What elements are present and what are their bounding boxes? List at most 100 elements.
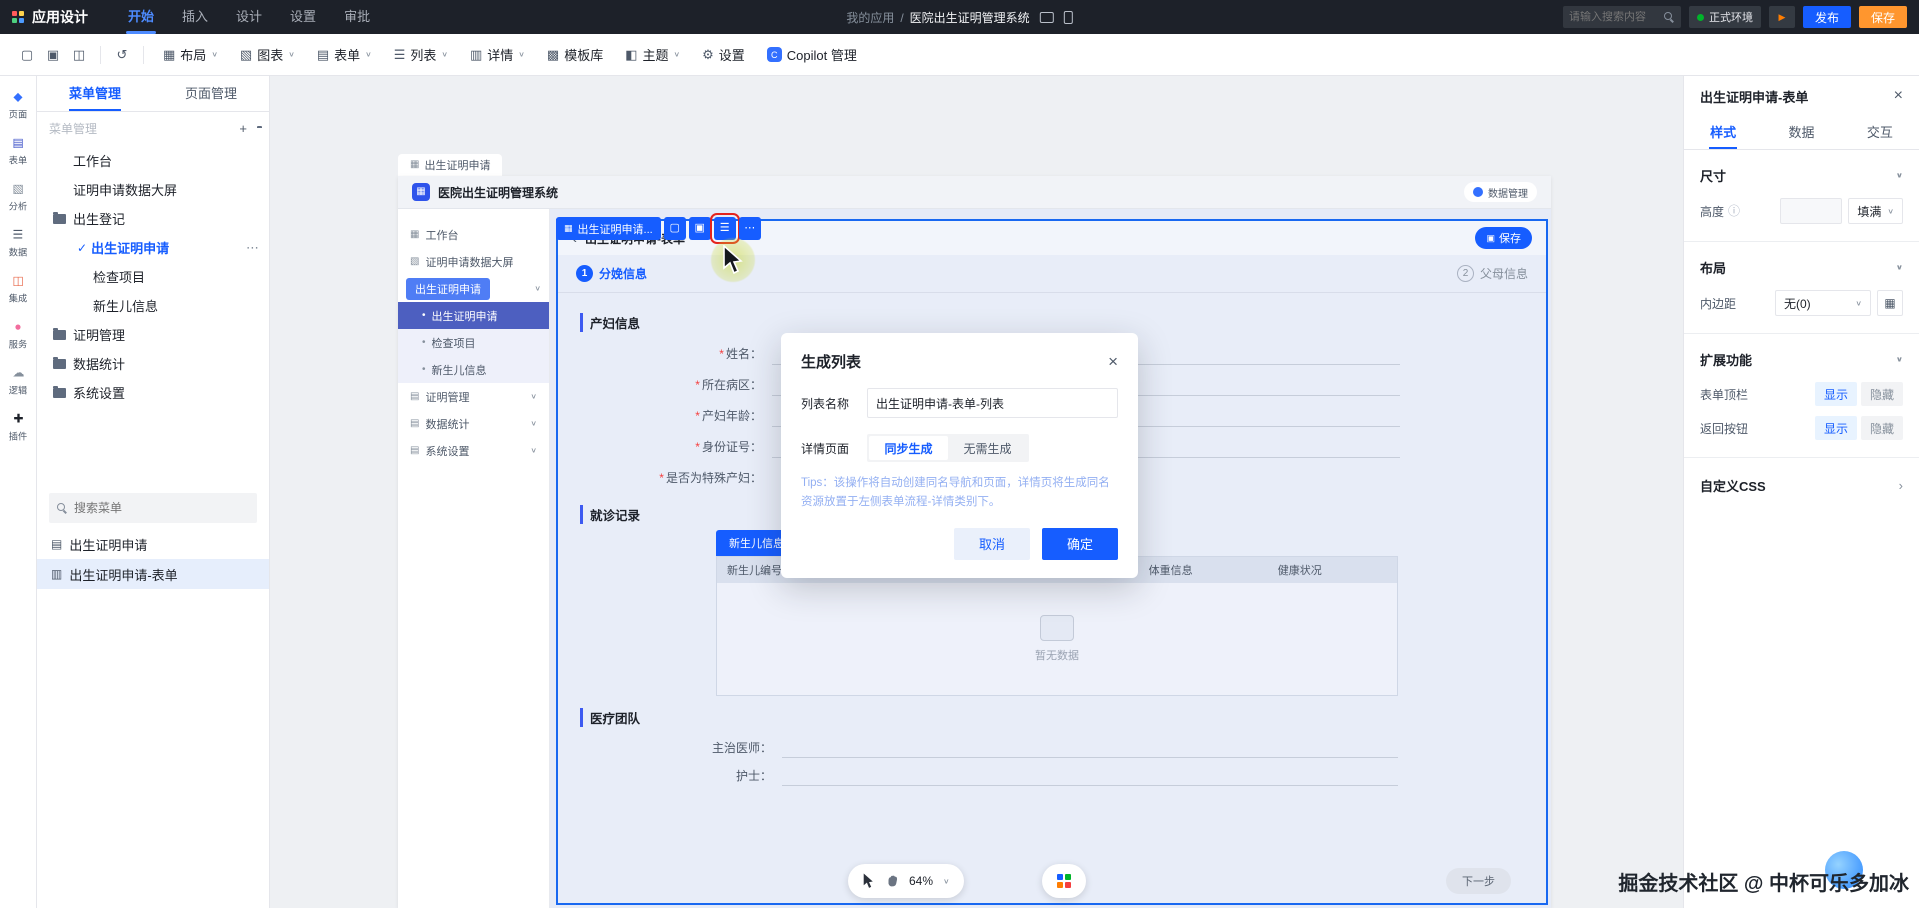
history-icon[interactable]: ↺ — [109, 42, 135, 68]
form-save-button[interactable]: ▣ 保存 — [1475, 227, 1532, 249]
hide-option[interactable]: 隐藏 — [1861, 382, 1903, 406]
preview-tab[interactable]: ▦ 出生证明申请 — [398, 154, 503, 176]
mobile-preview-icon[interactable] — [1063, 10, 1073, 24]
rail-item-service[interactable]: ● 服务 — [8, 320, 28, 351]
page-item-birth-cert-apply[interactable]: ▤ 出生证明申请 — [37, 529, 269, 559]
hide-option[interactable]: 隐藏 — [1861, 416, 1903, 440]
tree-item-workbench[interactable]: 工作台 — [37, 146, 269, 175]
data-management-pill[interactable]: 数据管理 — [1464, 182, 1537, 202]
pnav-group-active[interactable]: 出生证明申请 ∨ — [398, 275, 549, 302]
menu-approval[interactable]: 审批 — [330, 0, 384, 34]
more-actions-button[interactable]: ⋯ — [738, 217, 761, 240]
pnav-birth-cert-apply[interactable]: • 出生证明申请 — [398, 302, 549, 329]
pnav-dashboard[interactable]: ▧ 证明申请数据大屏 — [398, 248, 549, 275]
tree-folder-data-statistics[interactable]: 数据统计 — [37, 349, 269, 378]
height-unit-select[interactable]: 填满 ∨ — [1848, 198, 1903, 224]
desktop-preview-icon[interactable] — [1039, 11, 1054, 23]
custom-css-row[interactable]: 自定义CSS › — [1684, 458, 1919, 513]
chart-dropdown[interactable]: ▧ 图表 ∨ — [229, 41, 306, 69]
form-dropdown[interactable]: ▤ 表单 ∨ — [306, 41, 383, 69]
section-layout[interactable]: 布局 ∨ — [1684, 242, 1919, 285]
padding-detail-icon[interactable]: ▦ — [1877, 290, 1903, 316]
cancel-button[interactable]: 取消 — [954, 527, 1030, 560]
section-extensions[interactable]: 扩展功能 ∨ — [1684, 334, 1919, 377]
page-item-birth-cert-form[interactable]: ▥ 出生证明申请-表单 — [37, 559, 269, 589]
delete-icon[interactable]: ◫ — [66, 42, 92, 68]
height-input[interactable] — [1780, 198, 1843, 224]
list-dropdown[interactable]: ☰ 列表 ∨ — [383, 41, 459, 69]
more-icon[interactable]: ⋯ — [246, 241, 259, 254]
pointer-tool-icon[interactable] — [862, 873, 875, 889]
panel-search-input[interactable] — [74, 501, 249, 515]
hand-tool-icon[interactable] — [885, 874, 899, 889]
step-parent-info[interactable]: 2 父母信息 — [1456, 265, 1528, 282]
layout-dropdown[interactable]: ▦ 布局 ∨ — [152, 41, 229, 69]
save-button[interactable]: 保存 — [1858, 6, 1907, 28]
tab-style[interactable]: 样式 — [1684, 116, 1762, 149]
rail-item-analysis[interactable]: ▧ 分析 — [8, 182, 28, 213]
apps-grid-icon[interactable] — [12, 11, 24, 23]
rail-item-logic[interactable]: ☁ 逻辑 — [8, 366, 28, 397]
section-size[interactable]: 尺寸 ∨ — [1684, 150, 1919, 193]
no-generate-option[interactable]: 无需生成 — [948, 436, 1027, 460]
text-input[interactable] — [782, 736, 1398, 758]
add-menu-icon[interactable]: + — [239, 122, 247, 135]
rail-item-plugin[interactable]: ✚ 插件 — [8, 412, 28, 443]
duplicate-component-button[interactable]: ▢ — [663, 217, 686, 240]
pnav-data-statistics[interactable]: ▤ 数据统计 ∨ — [398, 410, 549, 437]
tab-page-management[interactable]: 页面管理 — [153, 76, 269, 111]
show-option[interactable]: 显示 — [1815, 416, 1857, 440]
tab-interaction[interactable]: 交互 — [1841, 116, 1919, 149]
pnav-check-items[interactable]: • 检查项目 — [398, 329, 549, 356]
tab-data[interactable]: 数据 — [1762, 116, 1840, 149]
theme-dropdown[interactable]: ◧ 主题 ∨ — [614, 41, 691, 69]
pnav-cert-management[interactable]: ▤ 证明管理 ∨ — [398, 383, 549, 410]
next-step-button[interactable]: 下一步 — [1446, 868, 1511, 894]
generate-page-button[interactable]: ▣ — [688, 217, 711, 240]
rail-item-form[interactable]: ▤ 表单 — [8, 136, 28, 167]
search-input[interactable] — [1568, 11, 1664, 23]
show-option[interactable]: 显示 — [1815, 382, 1857, 406]
pnav-system-settings[interactable]: ▤ 系统设置 ∨ — [398, 437, 549, 464]
tree-folder-system-settings[interactable]: 系统设置 — [37, 378, 269, 407]
sync-generate-option[interactable]: 同步生成 — [869, 436, 948, 460]
environment-badge[interactable]: 正式环境 — [1688, 6, 1761, 28]
menu-settings[interactable]: 设置 — [276, 0, 330, 34]
copy-icon[interactable]: ▢ — [14, 42, 40, 68]
preview-run-button[interactable]: ▶ — [1768, 6, 1795, 28]
topbar-search[interactable] — [1562, 6, 1681, 28]
menu-insert[interactable]: 插入 — [168, 0, 222, 34]
selected-component-label[interactable]: ▦ 出生证明申请... — [556, 217, 661, 240]
widgets-button[interactable] — [1042, 864, 1086, 898]
tree-item-check-items[interactable]: 检查项目 — [37, 262, 269, 291]
pnav-workbench[interactable]: ▦ 工作台 — [398, 221, 549, 248]
chevron-down-icon[interactable]: ∨ — [943, 877, 950, 884]
tree-item-newborn-info[interactable]: 新生儿信息 — [37, 291, 269, 320]
padding-select[interactable]: 无(0) ∨ — [1775, 290, 1871, 316]
detail-dropdown[interactable]: ▥ 详情 ∨ — [459, 41, 536, 69]
copilot-button[interactable]: C Copilot 管理 — [756, 41, 868, 69]
text-input[interactable] — [782, 764, 1398, 786]
rail-item-page[interactable]: ◆ 页面 — [8, 90, 28, 121]
menu-start[interactable]: 开始 — [114, 0, 168, 34]
close-icon[interactable]: × — [1894, 88, 1903, 104]
confirm-button[interactable]: 确定 — [1042, 527, 1118, 560]
template-library-button[interactable]: ▩ 模板库 — [536, 41, 614, 69]
paste-icon[interactable]: ▣ — [40, 42, 66, 68]
tree-folder-cert-management[interactable]: 证明管理 — [37, 320, 269, 349]
tab-menu-management[interactable]: 菜单管理 — [37, 76, 153, 111]
panel-search[interactable] — [49, 493, 257, 523]
close-icon[interactable]: × — [1108, 353, 1118, 370]
menu-design[interactable]: 设计 — [222, 0, 276, 34]
pnav-newborn-info[interactable]: • 新生儿信息 — [398, 356, 549, 383]
list-name-input[interactable] — [867, 388, 1118, 418]
rail-item-integration[interactable]: ◫ 集成 — [8, 274, 28, 305]
publish-button[interactable]: 发布 — [1802, 6, 1851, 28]
rail-item-data[interactable]: ☰ 数据 — [8, 228, 28, 259]
step-delivery-info[interactable]: 1 分娩信息 — [576, 265, 647, 282]
breadcrumb-parent[interactable]: 我的应用 — [846, 11, 894, 25]
settings-button[interactable]: ⚙ 设置 — [691, 41, 756, 69]
tree-item-birth-cert-apply[interactable]: ✓ 出生证明申请 ⋯ — [37, 233, 269, 262]
tree-item-dashboard[interactable]: 证明申请数据大屏 — [37, 175, 269, 204]
tree-folder-birth-registration[interactable]: 出生登记 — [37, 204, 269, 233]
